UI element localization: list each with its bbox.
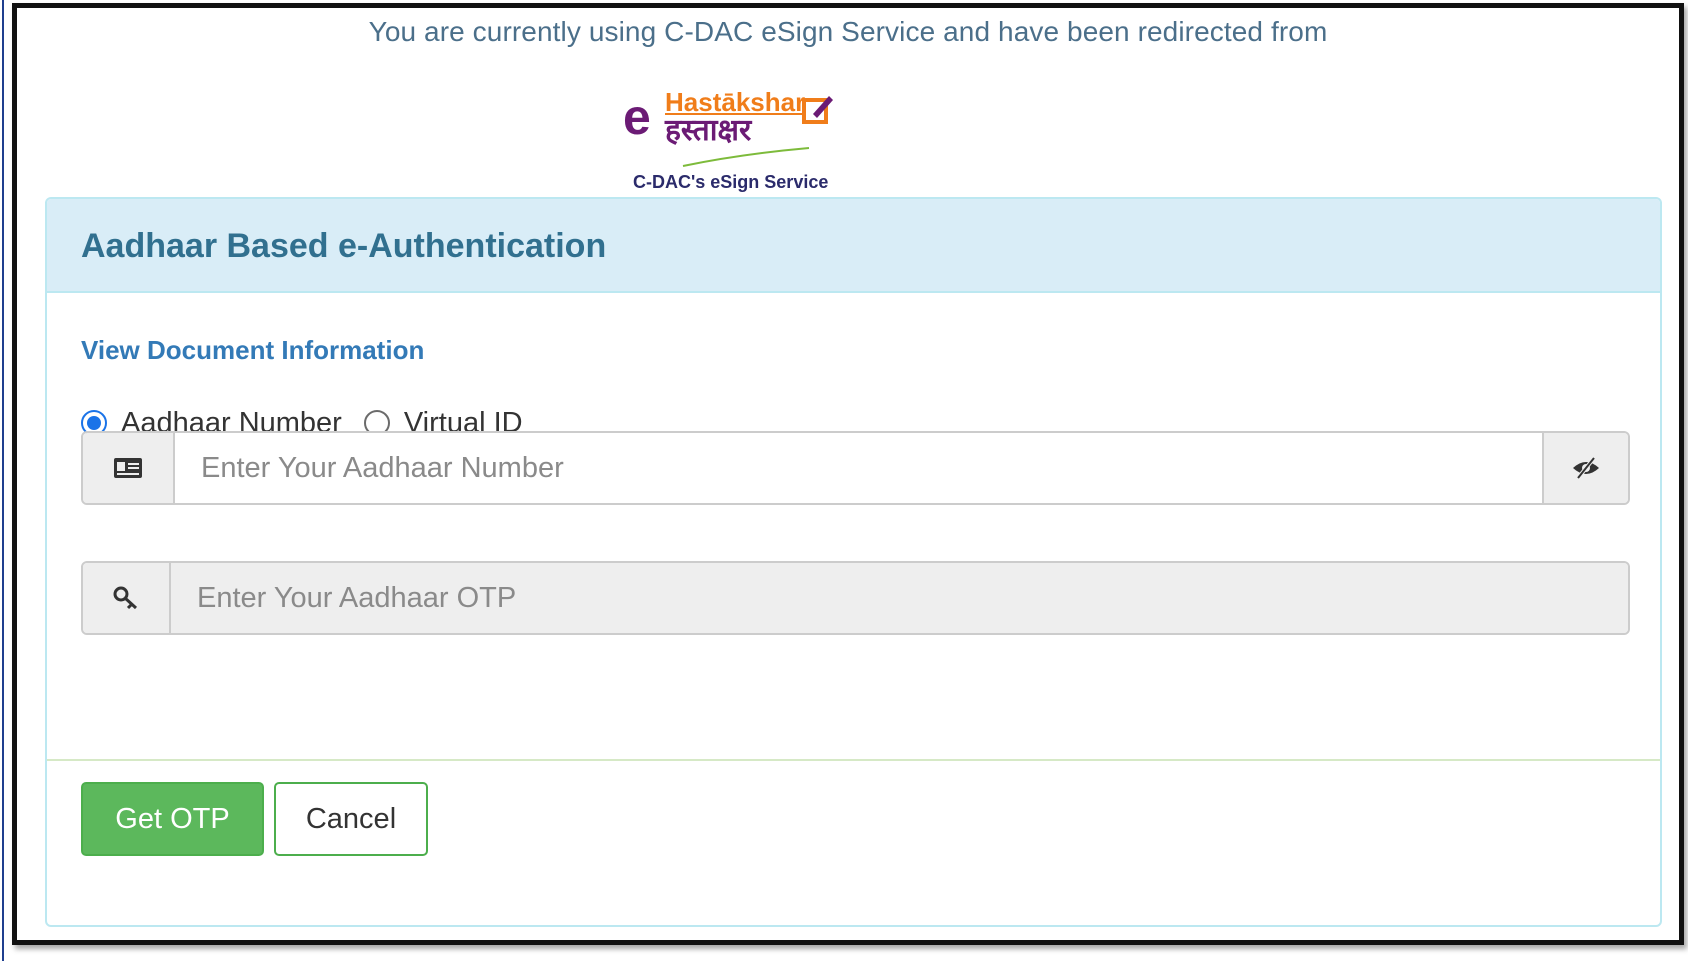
logo-caption: C-DAC's eSign Service — [633, 172, 829, 192]
cancel-button[interactable]: Cancel — [274, 782, 428, 856]
otp-input-group — [81, 561, 1630, 635]
otp-addon — [83, 563, 171, 633]
aadhaar-otp-input[interactable] — [171, 563, 1628, 633]
redirect-notice: You are currently using C-DAC eSign Serv… — [368, 16, 1328, 47]
visibility-toggle[interactable] — [1542, 433, 1628, 503]
id-card-icon — [114, 458, 142, 478]
logo-e-letter: e — [623, 89, 651, 145]
view-document-link[interactable]: View Document Information — [81, 335, 424, 366]
logo-swoosh-icon — [682, 147, 810, 167]
esign-window: You are currently using C-DAC eSign Serv… — [12, 3, 1684, 945]
get-otp-button[interactable]: Get OTP — [81, 782, 264, 856]
esign-logo: e Hastākshar हस्ताक्षर C-DAC's eSign Ser… — [617, 86, 857, 196]
auth-panel: Aadhaar Based e-Authentication View Docu… — [45, 197, 1662, 927]
aadhaar-input-group — [81, 431, 1630, 505]
aadhaar-number-input[interactable] — [175, 433, 1542, 503]
panel-footer-divider — [47, 759, 1660, 761]
pen-square-icon — [802, 96, 833, 124]
aadhaar-addon — [83, 433, 175, 503]
panel-title: Aadhaar Based e-Authentication — [81, 227, 607, 265]
eye-slash-icon — [1573, 456, 1599, 480]
logo-brand-latin: Hastākshar — [665, 87, 806, 117]
key-icon — [113, 586, 138, 610]
left-edge-rule — [2, 0, 4, 961]
logo-brand-hindi: हस्ताक्षर — [665, 114, 752, 147]
